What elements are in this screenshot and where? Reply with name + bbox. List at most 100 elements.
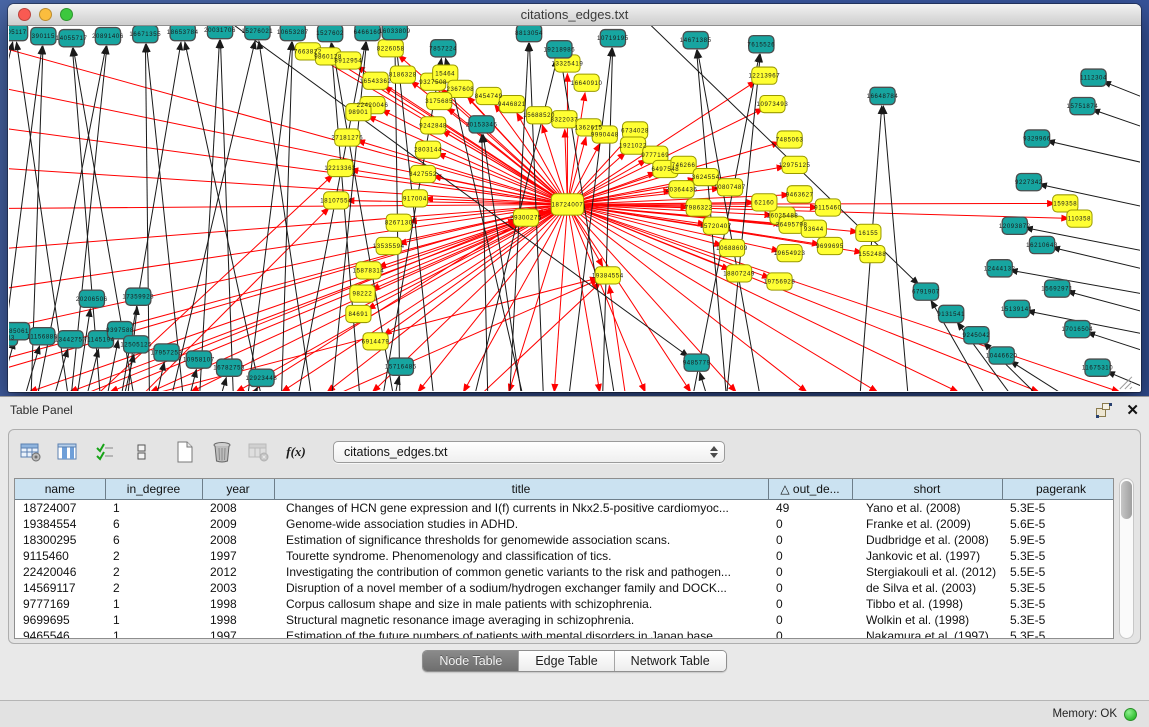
table-row[interactable]: 1456911722003Disruption of a novel membe…: [15, 580, 1114, 596]
graph-edge: [88, 349, 99, 391]
graph-edge: [700, 372, 706, 391]
graph-edge: [55, 349, 67, 391]
window-titlebar[interactable]: citations_edges.txt: [8, 4, 1141, 26]
svg-text:16210643: 16210643: [1026, 243, 1058, 249]
svg-text:10446620: 10446620: [986, 354, 1018, 360]
svg-text:62160: 62160: [754, 200, 774, 206]
column-header-short[interactable]: short: [852, 479, 1002, 499]
svg-text:8226058: 8226058: [377, 46, 405, 52]
graph-edge: [567, 204, 645, 391]
svg-text:13325419: 13325419: [552, 62, 584, 68]
zoom-window-button[interactable]: [60, 8, 73, 21]
resize-grip[interactable]: [1120, 377, 1132, 389]
svg-text:8912954: 8912954: [334, 58, 362, 64]
svg-text:14055717: 14055717: [56, 36, 88, 42]
table-columns-icon[interactable]: [56, 440, 80, 464]
svg-text:16025488: 16025488: [767, 214, 799, 220]
svg-text:98222: 98222: [353, 292, 373, 298]
svg-text:20153346: 20153346: [466, 122, 498, 128]
svg-text:15464: 15464: [435, 72, 455, 78]
rows-icon[interactable]: [130, 440, 154, 464]
table-scrollbar-thumb[interactable]: [1121, 481, 1132, 519]
svg-text:9329966: 9329966: [1023, 137, 1051, 143]
svg-text:16782753: 16782753: [213, 366, 245, 372]
table-row[interactable]: 969969511998Structural magnetic resonanc…: [15, 612, 1114, 628]
svg-text:7485063: 7485063: [776, 138, 804, 144]
graph-edge: [125, 354, 134, 391]
minimize-window-button[interactable]: [39, 8, 52, 21]
graph-edge: [1087, 332, 1140, 359]
column-header-year[interactable]: year: [202, 479, 274, 499]
svg-text:15878314: 15878314: [353, 268, 385, 274]
svg-text:1362615: 1362615: [575, 125, 603, 131]
table-toolbar: f(x) citations_edges.txt: [9, 430, 1140, 474]
svg-text:9463627: 9463627: [786, 192, 814, 198]
close-window-button[interactable]: [18, 8, 31, 21]
tab-node-table[interactable]: Node Table: [423, 651, 519, 671]
svg-text:9446821: 9446821: [498, 102, 526, 108]
svg-text:9115460: 9115460: [814, 206, 841, 212]
svg-text:746266: 746266: [672, 163, 696, 169]
svg-text:20364436: 20364436: [666, 187, 698, 193]
table-settings-icon[interactable]: [19, 440, 43, 464]
network-canvas[interactable]: 1872400729300275193845547663822986012889…: [9, 26, 1140, 391]
table-row[interactable]: 2242004622012Investigating the contribut…: [15, 564, 1114, 580]
svg-text:2803144: 2803144: [414, 148, 442, 154]
graph-edge: [1103, 81, 1140, 108]
svg-text:9327508: 9327508: [419, 80, 447, 86]
tab-network-table[interactable]: Network Table: [615, 651, 726, 671]
float-panel-icon[interactable]: [1096, 403, 1112, 417]
svg-text:8813054: 8813054: [515, 31, 543, 37]
svg-text:16543362: 16543362: [360, 79, 392, 85]
svg-text:14671385: 14671385: [680, 38, 712, 44]
table-row[interactable]: 1830029562008Estimation of significance …: [15, 532, 1114, 548]
new-document-icon[interactable]: [173, 440, 197, 464]
trash-icon[interactable]: [210, 440, 234, 464]
graph-edge: [1067, 291, 1140, 319]
table-row[interactable]: 977716911998Corpus callosum shape and si…: [15, 596, 1114, 612]
table-selector-value: citations_edges.txt: [344, 445, 710, 459]
svg-text:9990448: 9990448: [591, 133, 619, 139]
close-panel-icon[interactable]: ✕: [1126, 403, 1139, 418]
table-row[interactable]: 946554611997Estimation of the future num…: [15, 628, 1114, 640]
table-row[interactable]: 911546021997Tourette syndrome. Phenomeno…: [15, 548, 1114, 564]
graph-edge: [200, 40, 220, 391]
tab-edge-table[interactable]: Edge Table: [519, 651, 614, 671]
graph-edge: [78, 309, 91, 391]
table-row[interactable]: 1872400712008Changes of HCN gene express…: [15, 499, 1114, 516]
svg-text:15751874: 15751874: [1067, 104, 1099, 110]
svg-text:15276021: 15276021: [242, 29, 274, 35]
column-header-pagerank[interactable]: pagerank: [1002, 479, 1114, 499]
network-graph[interactable]: 1872400729300275193845547663822986012889…: [9, 26, 1140, 391]
svg-text:18653784: 18653784: [167, 30, 199, 36]
table-panel-title: Table Panel: [10, 403, 73, 417]
select-all-check-icon[interactable]: [93, 440, 117, 464]
svg-text:9227342: 9227342: [1015, 180, 1043, 186]
column-header-out_de[interactable]: △ out_de...: [768, 479, 852, 499]
svg-text:12975125: 12975125: [779, 163, 811, 169]
delete-table-icon[interactable]: [247, 440, 271, 464]
svg-text:16648784: 16648784: [867, 94, 899, 100]
column-header-title[interactable]: title: [274, 479, 768, 499]
svg-text:18807249: 18807249: [723, 271, 755, 277]
graph-edge: [883, 106, 907, 391]
node-table: namein_degreeyeartitle△ out_de...shortpa…: [14, 478, 1114, 639]
svg-text:12213967: 12213967: [748, 74, 780, 80]
graph-edge: [173, 41, 256, 391]
svg-text:19654923: 19654923: [774, 251, 806, 257]
graph-edge: [1092, 109, 1140, 136]
column-header-in_degree[interactable]: in_degree: [105, 479, 202, 499]
svg-text:10688609: 10688609: [716, 246, 748, 252]
table-row[interactable]: 1938455462009Genome-wide association stu…: [15, 516, 1114, 532]
table-selector-dropdown[interactable]: citations_edges.txt: [333, 441, 725, 463]
table-scrollbar[interactable]: [1119, 478, 1134, 639]
svg-text:8267130: 8267130: [385, 221, 413, 227]
memory-status-indicator: [1124, 708, 1137, 721]
svg-text:10719195: 10719195: [597, 36, 629, 42]
window-title: citations_edges.txt: [521, 7, 629, 22]
function-icon[interactable]: f(x): [284, 440, 308, 464]
svg-text:12093872: 12093872: [999, 224, 1031, 230]
svg-text:10653287: 10653287: [277, 30, 309, 36]
column-header-name[interactable]: name: [15, 479, 105, 499]
svg-text:98901: 98901: [348, 110, 368, 116]
